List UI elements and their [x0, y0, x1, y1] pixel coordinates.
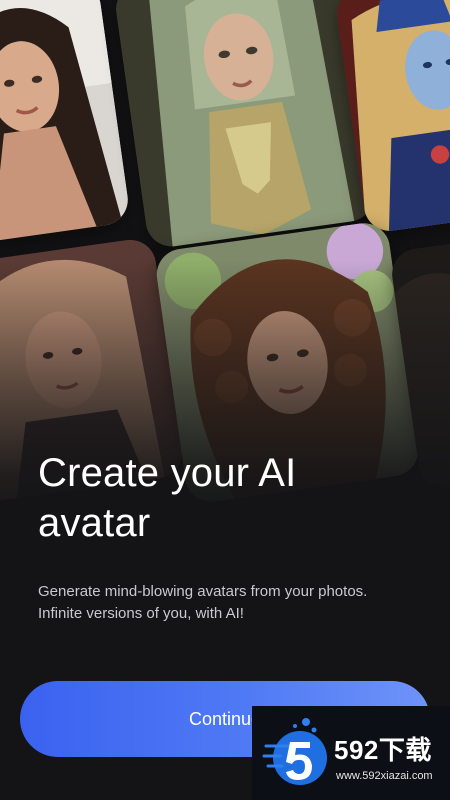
- onboarding-screen: Create your AI avatar Generate mind-blow…: [0, 0, 450, 800]
- onboarding-headline: Create your AI avatar: [38, 451, 297, 545]
- avatar-card-elf-warrior: [112, 0, 378, 250]
- onboarding-description: Generate mind-blowing avatars from your …: [38, 583, 368, 622]
- avatar-card-dark-haired-woman: [0, 0, 132, 246]
- watermark-brand: 592下载: [334, 735, 432, 765]
- watermark-url: www.592xiazai.com: [336, 770, 433, 782]
- site-watermark: 592下载 www.592xiazai.com: [252, 706, 450, 800]
- watermark-logo-icon: [262, 712, 334, 794]
- avatar-collage: [0, 0, 450, 520]
